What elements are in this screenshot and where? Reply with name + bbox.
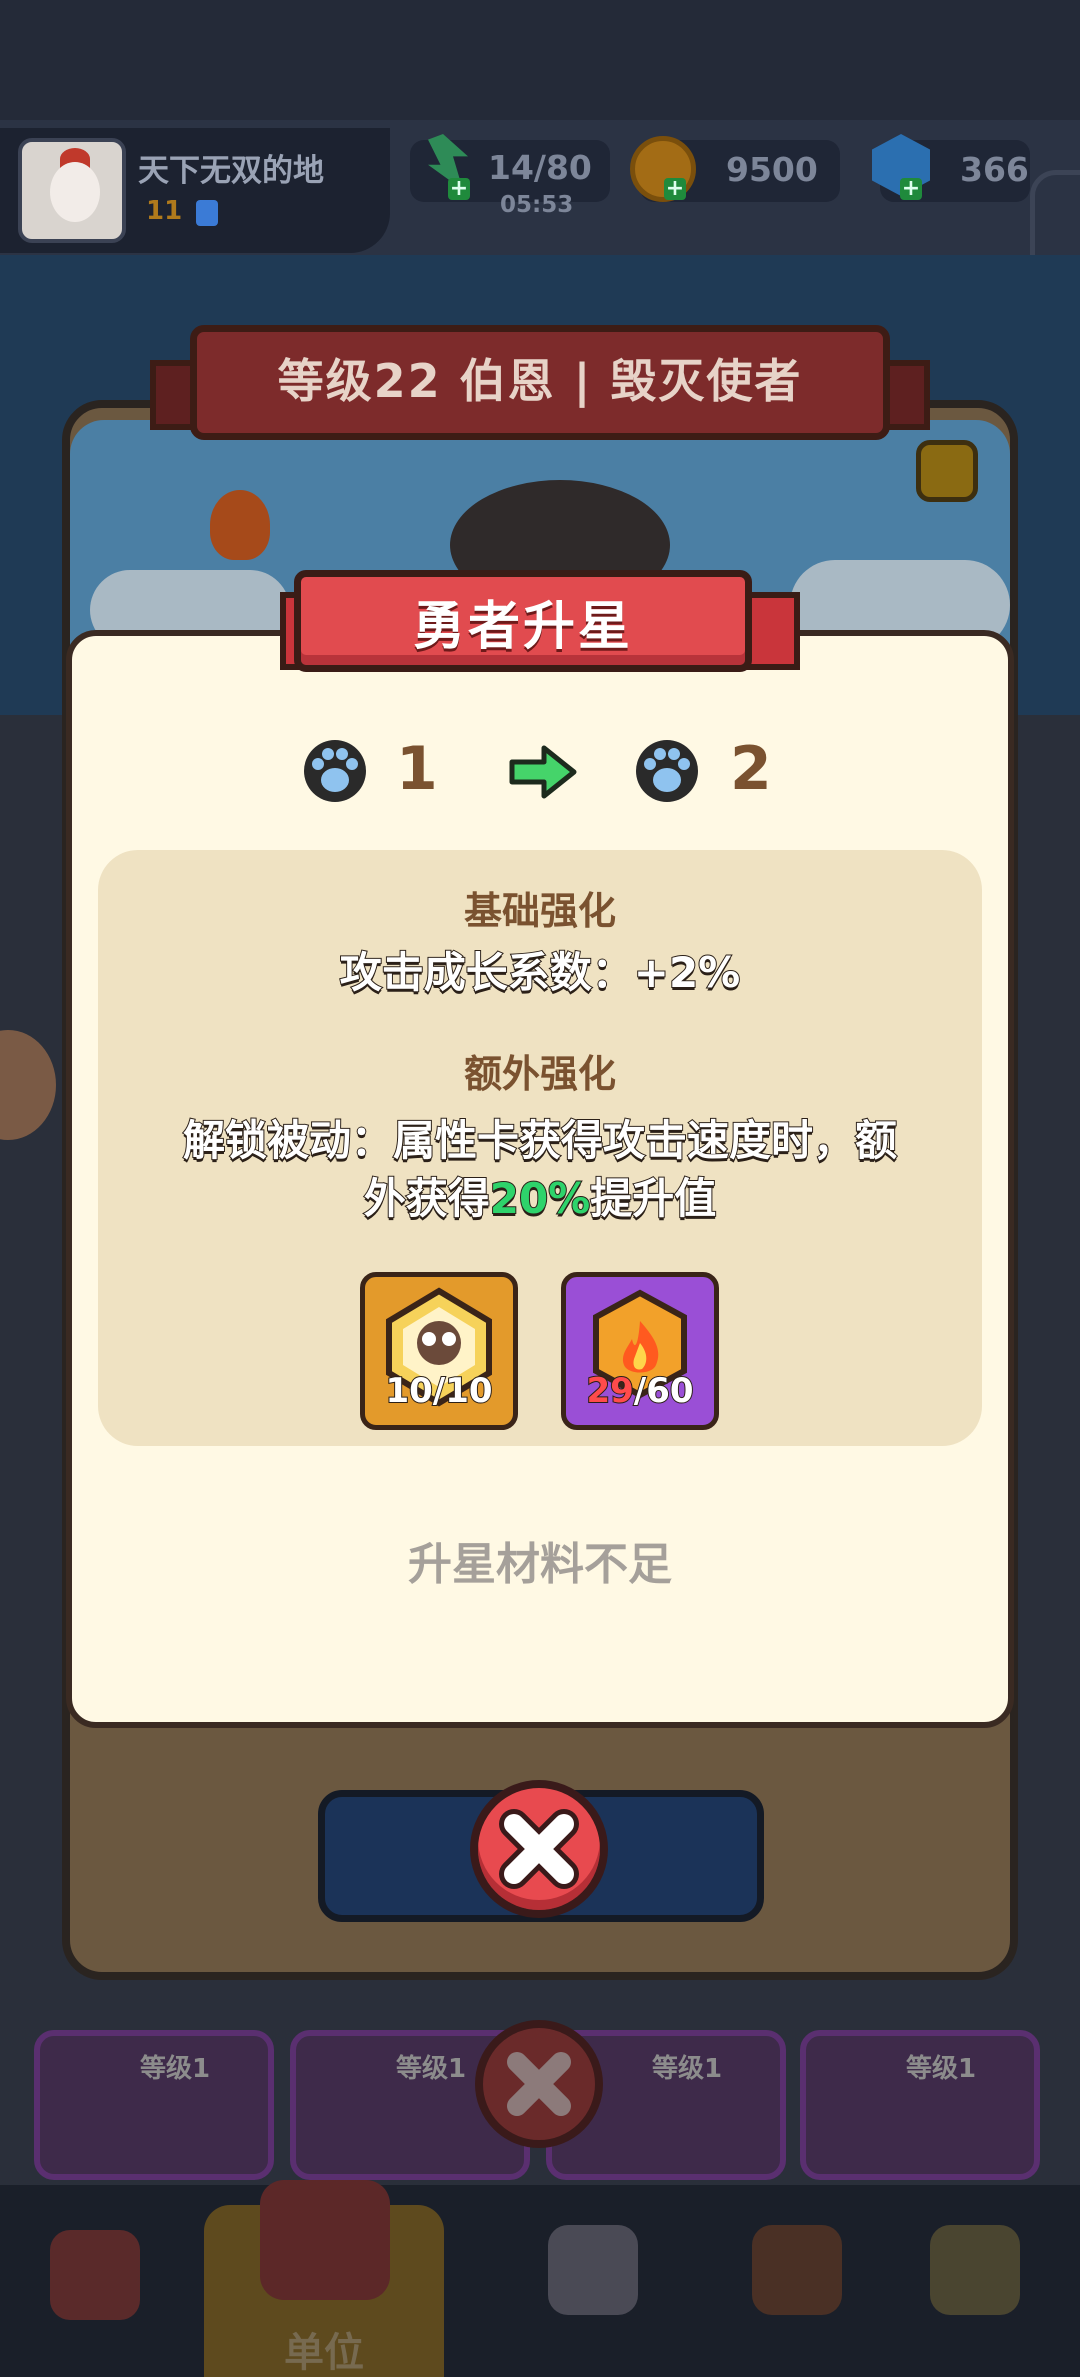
energy-count: 14/80 [488,148,592,187]
modal-title: 勇者升星 [412,597,633,657]
gem-count: 366 [960,150,1029,189]
player-level: 11 [146,196,183,226]
close-button[interactable] [470,1780,608,1918]
paw-star-icon [302,738,368,804]
material-current: 29 [585,1370,634,1412]
player-name: 天下无双的地 [138,153,324,189]
coin-icon [630,136,696,202]
nav-shop-icon[interactable] [50,2230,140,2320]
unit-card-level: 等级1 [140,2054,211,2084]
material-fire-crystal[interactable]: 29/60 [561,1272,719,1430]
refresh-icon[interactable] [916,440,978,502]
unit-card: 等级1 [34,2030,274,2180]
level-gem-icon [196,200,218,226]
energy-timer: 05:53 [500,192,574,218]
material-hero-shard-count: 10/10 [384,1370,493,1412]
hero-title: 等级22 伯恩 | 毁灭使者 [277,354,803,408]
extra-section-title: 额外强化 [463,1052,616,1096]
paw-star-icon [634,738,700,804]
bottom-nav [0,2185,1080,2377]
extra-body-line1: 解锁被动：属性卡获得攻击速度时，额 [182,1115,898,1166]
extra-body-prefix: 外获得 [363,1173,491,1224]
base-section-title: 基础强化 [463,889,616,933]
extra-body-line2: 外获得20%提升值 [98,1170,982,1228]
extra-body-suffix: 提升值 [589,1173,717,1224]
material-required: 60 [645,1370,694,1412]
status-bar [0,0,1080,120]
arrow-right-icon [508,744,578,800]
unit-card: 等级1 [800,2030,1040,2180]
upgrade-status[interactable]: 升星材料不足 [98,1528,982,1592]
background-close-icon [475,2020,603,2148]
nav-ship-icon[interactable] [752,2225,842,2315]
fire-element-icon [210,490,270,560]
nav-tab-units-label: 单位 [284,2330,364,2376]
avatar-face [50,162,100,222]
add-gem-icon[interactable]: + [900,178,922,200]
extra-section-body: 解锁被动：属性卡获得攻击速度时，额 外获得20%提升值 [98,1112,982,1228]
close-icon [499,1809,579,1889]
nav-units-icon [260,2180,390,2300]
add-energy-icon[interactable]: + [448,178,470,200]
star-level-next: 2 [730,734,772,804]
material-fire-crystal-count: 29/60 [585,1370,694,1412]
star-level-current: 1 [396,734,438,804]
unit-card-level: 等级1 [906,2054,977,2084]
nav-map-icon[interactable] [930,2225,1020,2315]
extra-body-highlight: 20% [489,1173,592,1224]
base-section-body: 攻击成长系数：+2% [339,947,742,998]
material-hero-shard[interactable]: 10/10 [360,1272,518,1430]
add-coin-icon[interactable]: + [664,178,686,200]
unit-card-level: 等级1 [652,2054,723,2084]
material-current: 10 [384,1370,433,1412]
material-required: 10 [444,1370,493,1412]
unit-card-level: 等级1 [396,2054,467,2084]
coin-count: 9500 [726,150,818,189]
nav-battle-icon[interactable] [548,2225,638,2315]
avatar[interactable] [18,138,126,243]
